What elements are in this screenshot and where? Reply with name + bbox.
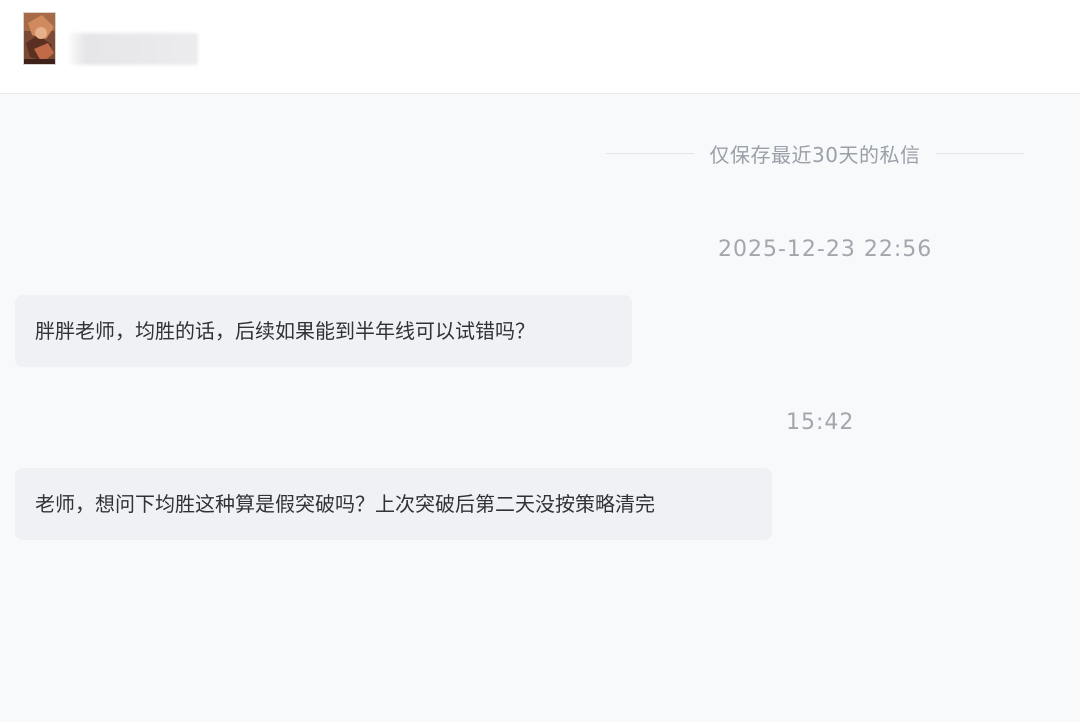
message-timestamp: 2025-12-23 22:56 [718, 237, 933, 262]
message-text: 老师，想问下均胜这种算是假突破吗？上次突破后第二天没按策略清完 [35, 492, 655, 516]
notice-divider-right [936, 152, 1025, 154]
message-bubble[interactable]: 老师，想问下均胜这种算是假突破吗？上次突破后第二天没按策略清完 [15, 468, 772, 540]
retention-notice: 仅保存最近30天的私信 [606, 138, 1025, 168]
chat-header [0, 0, 1080, 94]
chat-message-area[interactable] [0, 94, 1080, 722]
message-text: 胖胖老师，均胜的话，后续如果能到半年线可以试错吗？ [35, 319, 535, 343]
username-obscured [70, 33, 198, 65]
avatar-image-icon [24, 13, 55, 64]
message-bubble[interactable]: 胖胖老师，均胜的话，后续如果能到半年线可以试错吗？ [15, 295, 632, 367]
user-avatar[interactable] [23, 12, 56, 65]
notice-text: 仅保存最近30天的私信 [709, 142, 921, 167]
message-timestamp: 15:42 [786, 410, 855, 435]
notice-divider-left [606, 152, 694, 154]
